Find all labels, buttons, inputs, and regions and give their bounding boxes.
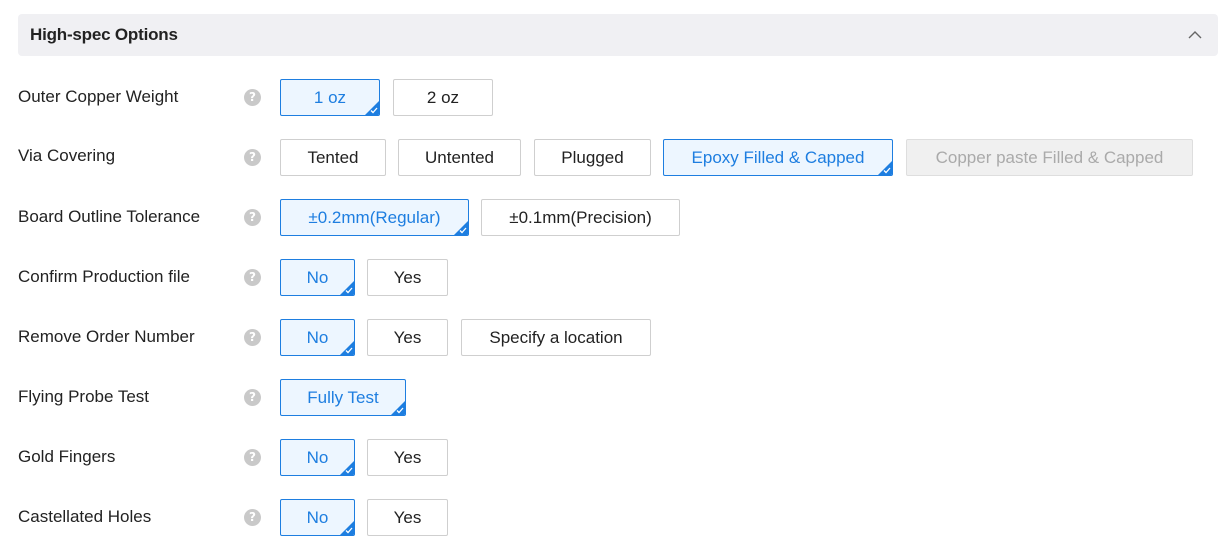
check-corner-icon xyxy=(345,527,353,534)
question-mark-icon[interactable]: ? xyxy=(244,149,261,166)
option-2-oz[interactable]: 2 oz xyxy=(393,79,493,116)
option-specify-location[interactable]: Specify a location xyxy=(461,319,651,356)
option-epoxy-filled-capped[interactable]: Epoxy Filled & Capped xyxy=(663,139,893,176)
option-no[interactable]: No xyxy=(280,319,355,356)
question-mark-icon[interactable]: ? xyxy=(244,209,261,226)
row-label: Castellated Holes xyxy=(18,507,152,526)
check-corner-icon xyxy=(396,407,404,414)
option-yes[interactable]: Yes xyxy=(367,499,448,536)
row-outer-copper-weight: Outer Copper Weight ? 1 oz 2 oz xyxy=(0,79,1228,117)
question-mark-icon[interactable]: ? xyxy=(244,509,261,526)
check-corner-icon xyxy=(370,107,378,114)
row-label: Gold Fingers xyxy=(18,447,116,466)
row-label: Flying Probe Test xyxy=(18,387,150,406)
option-no[interactable]: No xyxy=(280,259,355,296)
option-yes[interactable]: Yes xyxy=(367,319,448,356)
check-corner-icon xyxy=(345,347,353,354)
check-corner-icon xyxy=(345,467,353,474)
row-remove-order-number: Remove Order Number ? No Yes Specify a l… xyxy=(0,319,1228,357)
row-label: Board Outline Tolerance xyxy=(18,207,201,226)
row-gold-fingers: Gold Fingers ? No Yes xyxy=(0,439,1228,477)
option-regular-tolerance[interactable]: ±0.2mm(Regular) xyxy=(280,199,469,236)
option-yes[interactable]: Yes xyxy=(367,259,448,296)
option-1-oz[interactable]: 1 oz xyxy=(280,79,380,116)
option-yes[interactable]: Yes xyxy=(367,439,448,476)
row-castellated-holes: Castellated Holes ? No Yes xyxy=(0,499,1228,537)
question-mark-icon[interactable]: ? xyxy=(244,449,261,466)
check-corner-icon xyxy=(345,287,353,294)
row-label: Outer Copper Weight xyxy=(18,87,179,106)
check-corner-icon xyxy=(883,167,891,174)
option-precision-tolerance[interactable]: ±0.1mm(Precision) xyxy=(481,199,680,236)
option-untented[interactable]: Untented xyxy=(398,139,521,176)
row-label: Confirm Production file xyxy=(18,267,190,286)
check-corner-icon xyxy=(459,227,467,234)
question-mark-icon[interactable]: ? xyxy=(244,269,261,286)
row-confirm-production-file: Confirm Production file ? No Yes xyxy=(0,259,1228,297)
row-flying-probe-test: Flying Probe Test ? Fully Test xyxy=(0,379,1228,417)
section-title: High-spec Options xyxy=(30,25,178,44)
question-mark-icon[interactable]: ? xyxy=(244,329,261,346)
question-mark-icon[interactable]: ? xyxy=(244,89,261,106)
option-plugged[interactable]: Plugged xyxy=(534,139,651,176)
option-tented[interactable]: Tented xyxy=(280,139,386,176)
row-board-outline-tolerance: Board Outline Tolerance ? ±0.2mm(Regular… xyxy=(0,199,1228,237)
row-via-covering: Via Covering ? Tented Untented Plugged E… xyxy=(0,139,1228,177)
row-label: Remove Order Number xyxy=(18,327,195,346)
row-label: Via Covering xyxy=(18,146,116,165)
option-no[interactable]: No xyxy=(280,439,355,476)
option-no[interactable]: No xyxy=(280,499,355,536)
section-header[interactable]: High-spec Options xyxy=(18,14,1218,56)
chevron-up-icon[interactable] xyxy=(1186,26,1204,44)
option-fully-test[interactable]: Fully Test xyxy=(280,379,406,416)
option-copper-paste-filled-capped: Copper paste Filled & Capped xyxy=(906,139,1193,176)
question-mark-icon[interactable]: ? xyxy=(244,389,261,406)
